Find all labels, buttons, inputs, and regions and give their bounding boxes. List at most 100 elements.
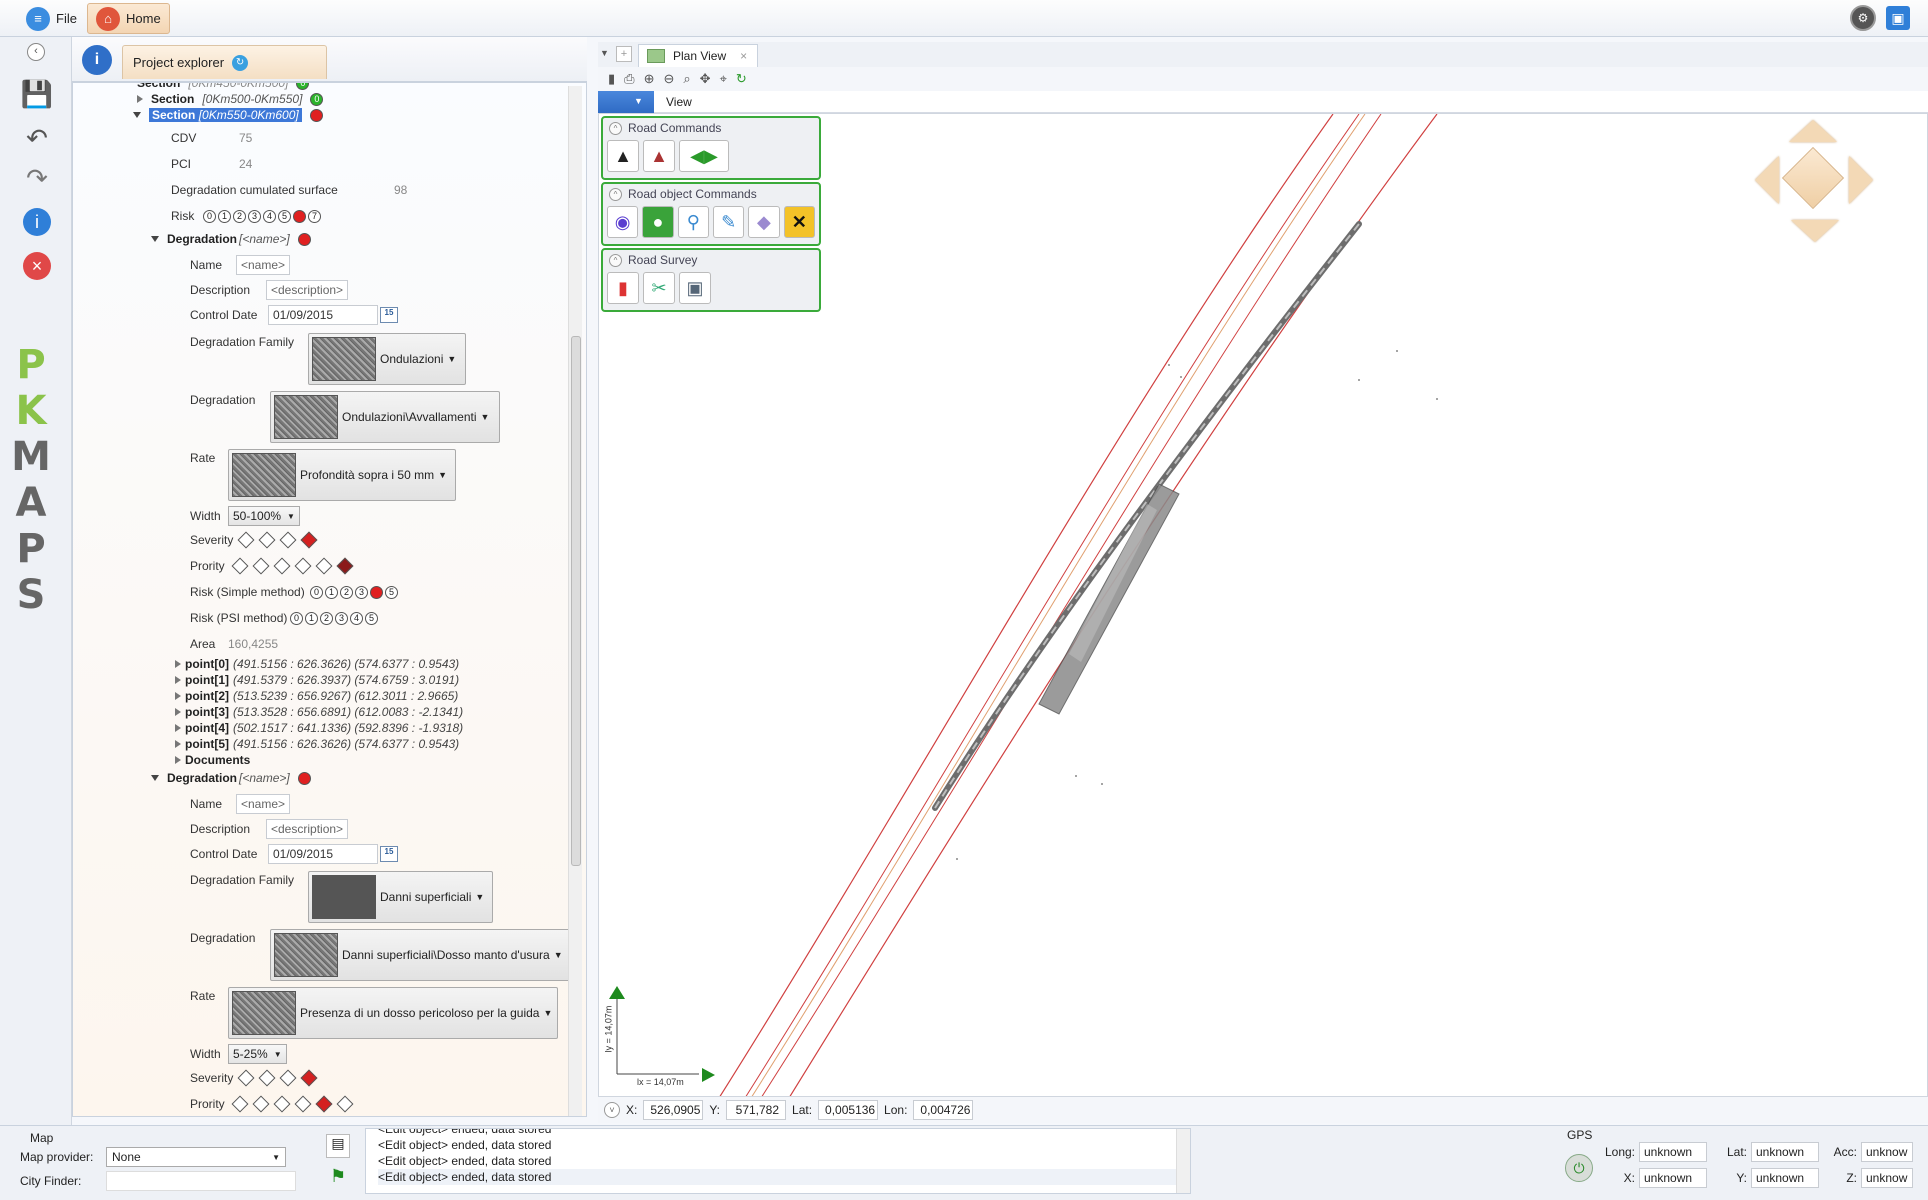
- prority-3[interactable]: [294, 1095, 312, 1113]
- prority-1[interactable]: [252, 557, 270, 575]
- object-sign-icon[interactable]: ◉: [607, 206, 639, 238]
- expand-icon[interactable]: [175, 676, 181, 684]
- collapse-icon[interactable]: [151, 775, 159, 781]
- expand-icon[interactable]: [137, 95, 143, 103]
- risk-2[interactable]: 2: [233, 209, 246, 223]
- undo-icon[interactable]: ↶: [20, 121, 54, 155]
- pan-icon[interactable]: ✥: [700, 71, 711, 87]
- prority-2[interactable]: [273, 557, 291, 575]
- settings-gear-icon[interactable]: ⚙: [1850, 5, 1876, 31]
- zoom-extent-icon[interactable]: ⌖: [720, 71, 727, 87]
- prority-0[interactable]: [231, 557, 249, 575]
- flag-icon[interactable]: ⚑: [330, 1166, 346, 1187]
- risk-psi-2[interactable]: 2: [320, 611, 333, 625]
- scrollbar-thumb[interactable]: [571, 336, 581, 866]
- degradation-combo[interactable]: Ondulazioni\Avvallamenti ▼: [270, 391, 500, 443]
- explorer-scrollbar[interactable]: [568, 86, 582, 1116]
- plan-canvas[interactable]: lx = 14,07m ly = 14,07m ^ Road Commands ▲…: [598, 113, 1928, 1097]
- pan-down-icon[interactable]: [1791, 220, 1839, 242]
- collapse-icon[interactable]: [133, 112, 141, 118]
- city-finder-input[interactable]: [106, 1171, 296, 1191]
- zoom-out-icon[interactable]: ⊖: [663, 71, 674, 87]
- pan-up-icon[interactable]: [1789, 120, 1837, 142]
- calendar-icon[interactable]: 15: [380, 846, 398, 862]
- calendar-icon[interactable]: 15: [380, 307, 398, 323]
- risk-4[interactable]: 4: [263, 209, 276, 223]
- risk-7[interactable]: 7: [308, 209, 321, 223]
- gps-device-icon[interactable]: ▮: [608, 71, 615, 87]
- description-input[interactable]: <description>: [266, 819, 349, 839]
- prority-1[interactable]: [252, 1095, 270, 1113]
- tree-section-2[interactable]: Section [0Km550-0Km600]: [133, 108, 323, 122]
- tree-point[interactable]: point[5] (491.5156 : 626.3626) (574.6377…: [175, 737, 459, 751]
- prority-5-selected[interactable]: [336, 557, 354, 575]
- expand-icon[interactable]: [175, 756, 181, 764]
- prority-2[interactable]: [273, 1095, 291, 1113]
- tree-section-1[interactable]: Section [0Km500-0Km550] 0: [137, 92, 324, 106]
- layout-icon[interactable]: ▣: [1886, 6, 1910, 30]
- log-scrollbar[interactable]: [1176, 1129, 1190, 1193]
- object-layer-icon[interactable]: ◆: [748, 206, 780, 238]
- refresh-icon[interactable]: ↻: [232, 54, 249, 71]
- risk-simple-5[interactable]: 5: [385, 585, 398, 599]
- gps-power-icon[interactable]: ⏻: [1565, 1154, 1593, 1182]
- risk-psi-1[interactable]: 1: [305, 611, 318, 625]
- ribbon-menu-button[interactable]: ▼: [598, 91, 654, 113]
- risk-simple-3[interactable]: 3: [355, 585, 368, 599]
- road-edit-icon[interactable]: ▲: [643, 140, 675, 172]
- family-combo[interactable]: Danni superficiali ▼: [308, 871, 493, 923]
- expand-icon[interactable]: [175, 660, 181, 668]
- risk-3[interactable]: 3: [248, 209, 261, 223]
- tree-documents[interactable]: Documents: [175, 753, 250, 767]
- tree-point[interactable]: point[2] (513.5239 : 656.9267) (612.3011…: [175, 689, 458, 703]
- tree-point[interactable]: point[3] (513.3528 : 656.6891) (612.0083…: [175, 705, 463, 719]
- survey-camera-icon[interactable]: ▣: [679, 272, 711, 304]
- coords-toggle-icon[interactable]: ˅: [604, 1102, 620, 1118]
- expand-icon[interactable]: [175, 708, 181, 716]
- collapse-left-icon[interactable]: ‹: [27, 43, 45, 61]
- tree-point[interactable]: point[4] (502.1517 : 641.1336) (592.8396…: [175, 721, 463, 735]
- redo-icon[interactable]: ↷: [20, 161, 54, 195]
- severity-0[interactable]: [237, 1069, 255, 1087]
- control-date-input[interactable]: 01/09/2015: [268, 844, 378, 864]
- info-icon[interactable]: i: [20, 205, 54, 239]
- object-delete-icon[interactable]: ✕: [783, 206, 815, 238]
- road-icon[interactable]: ▲: [607, 140, 639, 172]
- severity-2[interactable]: [279, 531, 297, 549]
- control-date-input[interactable]: 01/09/2015: [268, 305, 378, 325]
- delete-icon[interactable]: ×: [20, 249, 54, 283]
- name-input[interactable]: <name>: [236, 794, 291, 814]
- severity-1[interactable]: [258, 531, 276, 549]
- width-combo[interactable]: 50-100% ▼: [228, 506, 300, 526]
- survey-tools-icon[interactable]: ✂: [643, 272, 675, 304]
- print-icon[interactable]: ⎙: [624, 71, 634, 87]
- survey-marker-icon[interactable]: ▮: [607, 272, 639, 304]
- info-icon[interactable]: i: [82, 45, 112, 75]
- collapse-icon[interactable]: ^: [609, 253, 622, 267]
- expand-icon[interactable]: [175, 692, 181, 700]
- risk-psi-5[interactable]: 5: [365, 611, 378, 625]
- collapse-icon[interactable]: [151, 236, 159, 242]
- risk-6-selected[interactable]: 6: [293, 209, 306, 223]
- risk-simple-2[interactable]: 2: [340, 585, 353, 599]
- tree-point[interactable]: point[0] (491.5156 : 626.3626) (574.6377…: [175, 657, 459, 671]
- family-combo[interactable]: Ondulazioni ▼: [308, 333, 466, 385]
- risk-psi-0[interactable]: 0: [290, 611, 303, 625]
- collapse-icon[interactable]: ^: [609, 187, 622, 201]
- log-clear-icon[interactable]: ▤: [326, 1134, 350, 1158]
- tab-view[interactable]: View: [666, 95, 692, 109]
- pan-right-icon[interactable]: [1849, 156, 1873, 204]
- home-button[interactable]: ⌂ Home: [87, 3, 170, 34]
- tree-point[interactable]: point[1] (491.5379 : 626.3937) (574.6759…: [175, 673, 459, 687]
- risk-1[interactable]: 1: [218, 209, 231, 223]
- width-combo[interactable]: 5-25% ▼: [228, 1044, 287, 1064]
- object-edit-icon[interactable]: ✎: [712, 206, 745, 238]
- severity-2[interactable]: [279, 1069, 297, 1087]
- tree-degradation-2[interactable]: Degradation [<name>]: [151, 771, 311, 785]
- risk-simple-0[interactable]: 0: [310, 585, 323, 599]
- road-direction-icon[interactable]: ◀▶: [679, 140, 729, 172]
- prority-3[interactable]: [294, 557, 312, 575]
- risk-simple-4-selected[interactable]: 4: [370, 585, 383, 599]
- pan-left-icon[interactable]: [1755, 156, 1779, 204]
- rate-combo[interactable]: Presenza di un dosso pericoloso per la g…: [228, 987, 558, 1039]
